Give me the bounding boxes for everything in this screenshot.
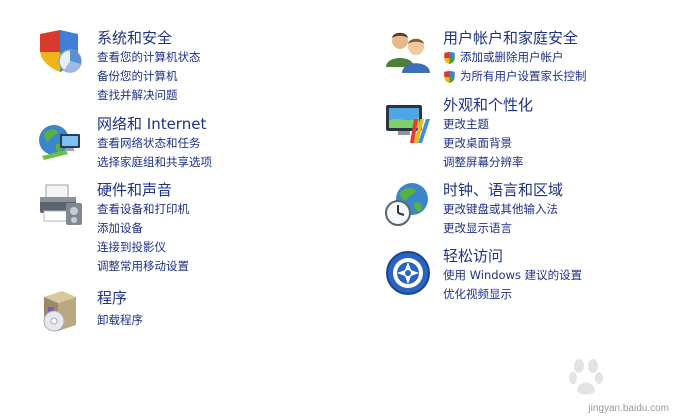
ease-of-access-icon[interactable] <box>384 249 432 297</box>
category-title-programs[interactable]: 程序 <box>97 289 127 307</box>
link-find-fix-problems[interactable]: 查找并解决问题 <box>97 86 201 105</box>
watermark-url: jingyan.baidu.com <box>588 403 669 414</box>
category-title-user-accounts[interactable]: 用户帐户和家庭安全 <box>443 29 578 47</box>
programs-box-icon[interactable] <box>36 287 84 335</box>
printer-icon[interactable] <box>36 181 84 229</box>
link-connect-projector[interactable]: 连接到投影仪 <box>97 238 189 257</box>
appearance-monitor-icon[interactable] <box>384 99 432 147</box>
system-security-shield-icon[interactable] <box>36 28 84 76</box>
link-change-display-language[interactable]: 更改显示语言 <box>443 219 558 238</box>
link-parental-controls-label: 为所有用户设置家长控制 <box>460 69 587 83</box>
clock-globe-icon[interactable] <box>384 181 432 229</box>
link-add-remove-accounts[interactable]: 添加或删除用户帐户 <box>443 48 587 67</box>
uac-shield-icon <box>444 70 455 83</box>
link-mobility-settings[interactable]: 调整常用移动设置 <box>97 257 189 276</box>
link-change-desktop-background[interactable]: 更改桌面背景 <box>443 134 524 153</box>
category-title-network[interactable]: 网络和 Internet <box>97 115 206 133</box>
link-add-remove-accounts-label: 添加或删除用户帐户 <box>460 50 564 64</box>
link-uninstall-program[interactable]: 卸载程序 <box>97 311 143 330</box>
category-title-system-security[interactable]: 系统和安全 <box>97 29 172 47</box>
uac-shield-icon <box>444 51 455 64</box>
link-backup-computer[interactable]: 备份您的计算机 <box>97 67 201 86</box>
link-adjust-resolution[interactable]: 调整屏幕分辨率 <box>443 153 524 172</box>
link-change-theme[interactable]: 更改主题 <box>443 115 524 134</box>
link-add-device[interactable]: 添加设备 <box>97 219 189 238</box>
link-devices-printers[interactable]: 查看设备和打印机 <box>97 200 189 219</box>
category-title-hardware-sound[interactable]: 硬件和声音 <box>97 181 172 199</box>
link-view-network-status[interactable]: 查看网络状态和任务 <box>97 134 212 153</box>
network-globe-icon[interactable] <box>36 118 84 166</box>
link-windows-recommended-settings[interactable]: 使用 Windows 建议的设置 <box>443 266 582 285</box>
link-homegroup-sharing[interactable]: 选择家庭组和共享选项 <box>97 153 212 172</box>
users-icon[interactable] <box>384 27 432 75</box>
category-title-clock-language[interactable]: 时钟、语言和区域 <box>443 181 563 199</box>
category-title-appearance[interactable]: 外观和个性化 <box>443 96 533 114</box>
link-change-keyboard[interactable]: 更改键盘或其他输入法 <box>443 200 558 219</box>
link-optimize-display[interactable]: 优化视频显示 <box>443 285 582 304</box>
link-parental-controls[interactable]: 为所有用户设置家长控制 <box>443 67 587 86</box>
category-title-ease-of-access[interactable]: 轻松访问 <box>443 247 503 265</box>
link-view-computer-status[interactable]: 查看您的计算机状态 <box>97 48 201 67</box>
